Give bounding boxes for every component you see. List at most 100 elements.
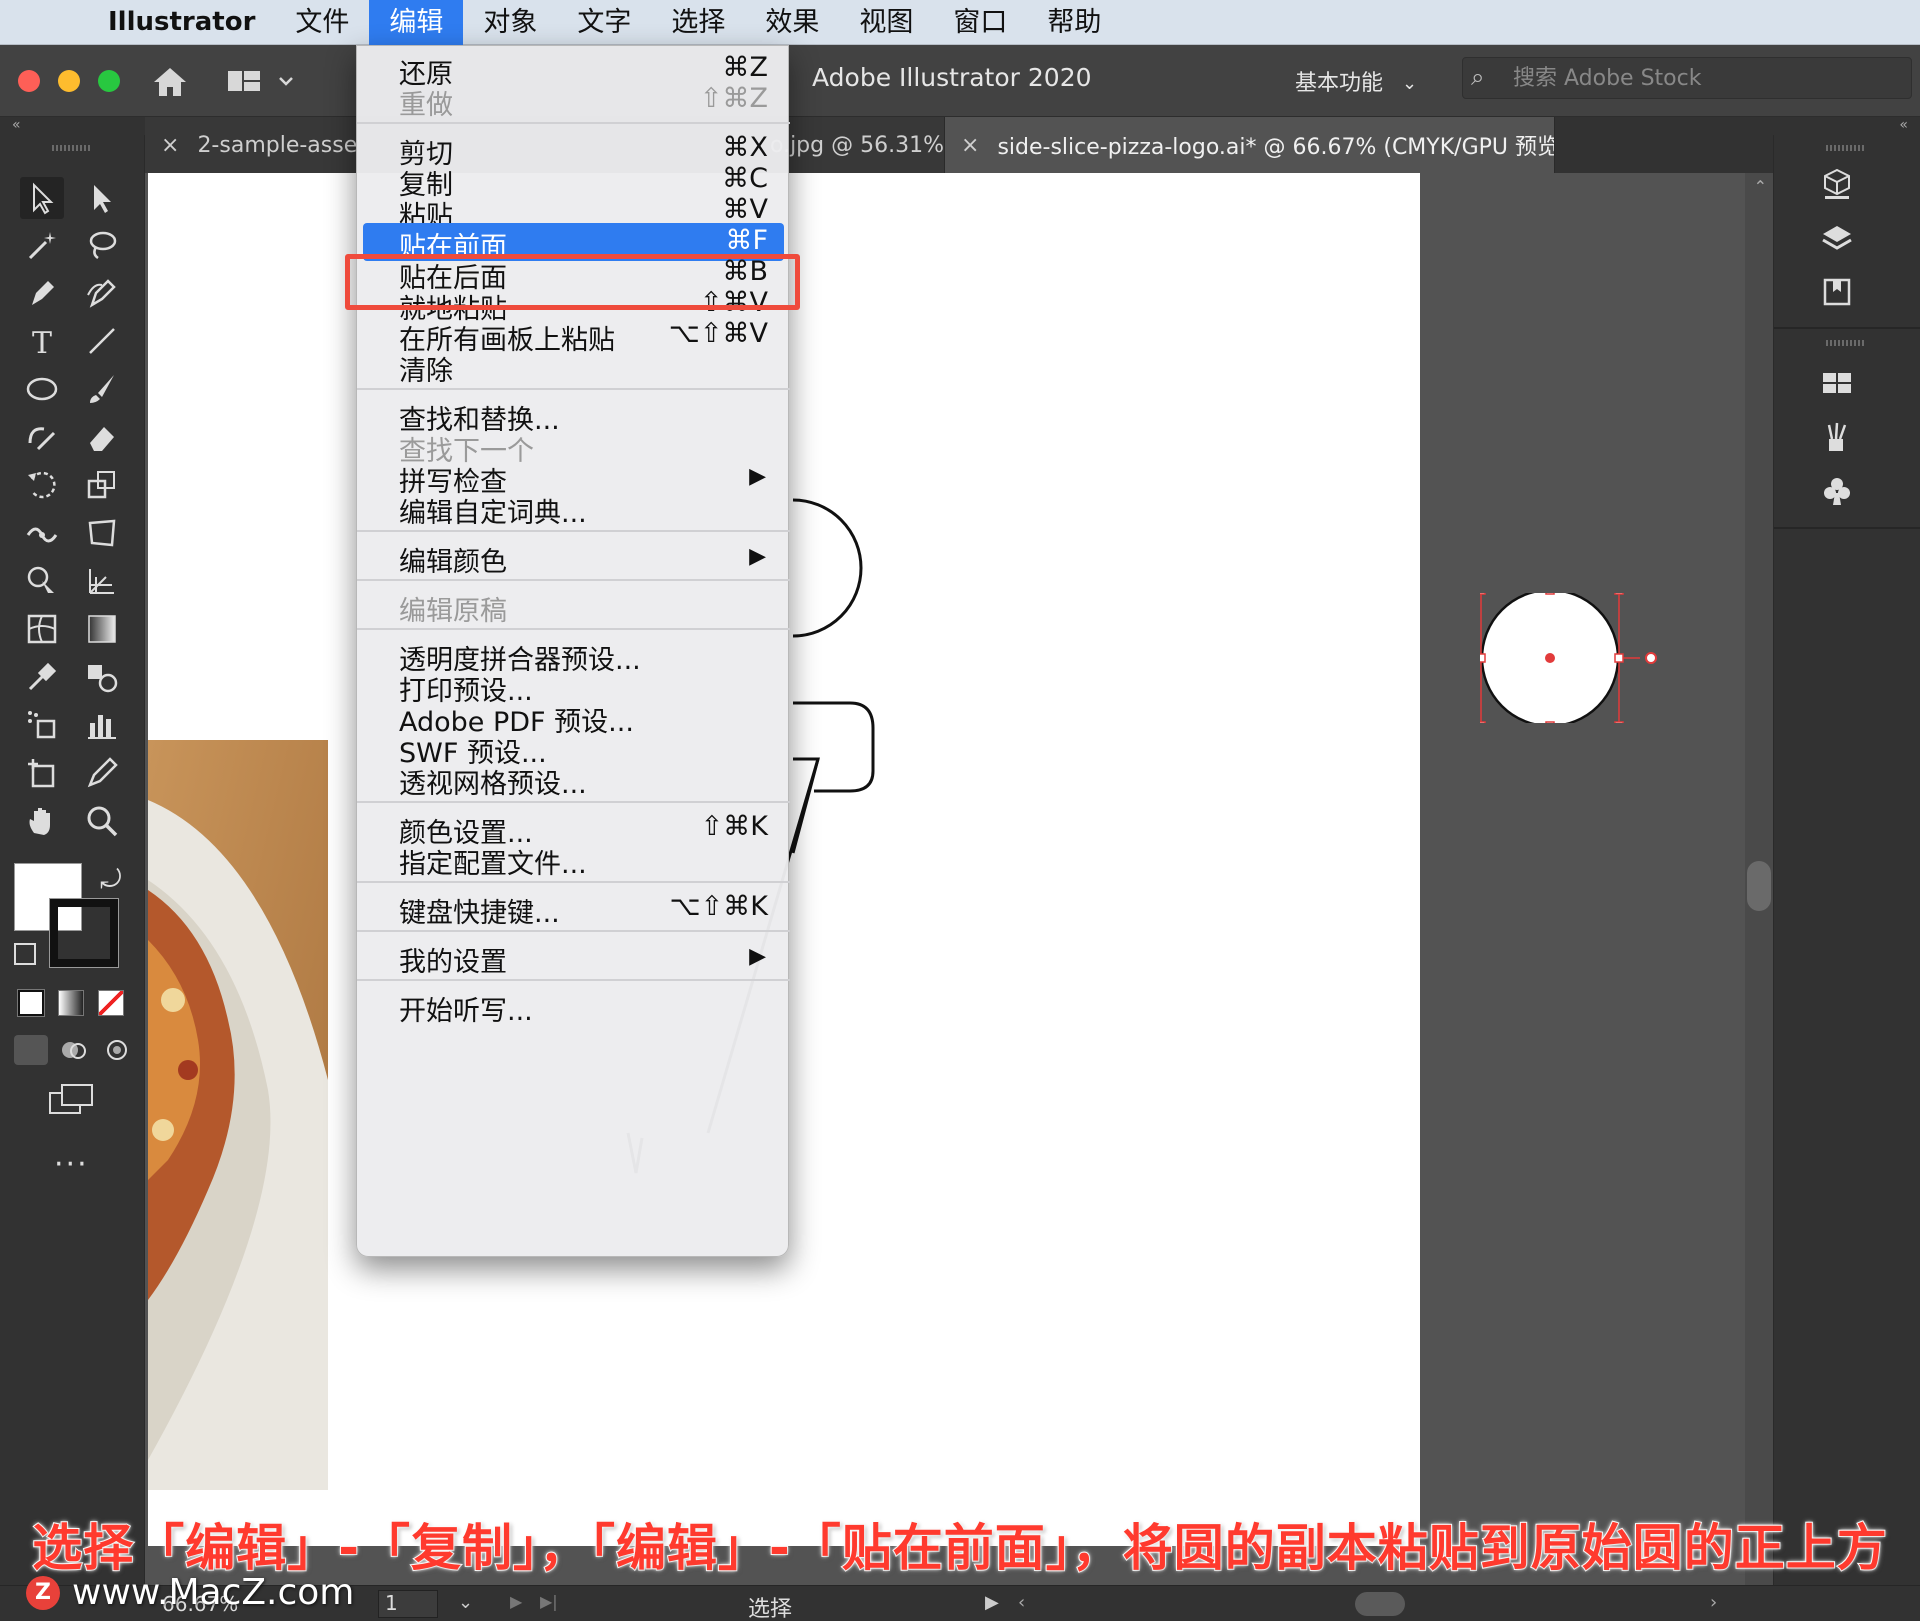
- menu-item-shortcut: ⌘C: [722, 163, 768, 194]
- stroke-swatch[interactable]: [49, 898, 119, 968]
- menu-separator: [357, 979, 790, 981]
- menu-item-label: 编辑原稿: [399, 596, 507, 627]
- properties-panel-icon[interactable]: [1812, 161, 1862, 207]
- menu-item[interactable]: 指定配置文件...: [357, 840, 790, 880]
- menu-select[interactable]: 选择: [651, 0, 745, 45]
- dock-grip[interactable]: [1826, 145, 1866, 151]
- workspace-switcher[interactable]: 基本功能: [1295, 65, 1383, 97]
- scroll-right-icon[interactable]: ›: [1710, 1592, 1717, 1613]
- menu-type[interactable]: 文字: [557, 0, 651, 45]
- line-segment-tool-icon[interactable]: [80, 320, 124, 362]
- selected-circle[interactable]: [1480, 593, 1640, 723]
- swatches-panel-icon[interactable]: [1812, 360, 1862, 406]
- none-mode-icon[interactable]: [98, 990, 124, 1016]
- chevron-down-icon[interactable]: ⌄: [1402, 73, 1417, 94]
- pen-tool-icon[interactable]: [20, 272, 64, 314]
- close-icon[interactable]: ×: [161, 133, 179, 158]
- screen-mode-icon[interactable]: [48, 1083, 94, 1121]
- width-tool-icon[interactable]: [20, 512, 64, 554]
- stock-search-field[interactable]: ⌕: [1462, 57, 1912, 99]
- svg-text:T: T: [32, 326, 52, 359]
- color-mode-fill-icon[interactable]: [17, 989, 45, 1017]
- menu-item[interactable]: 键盘快捷键... ⌥⇧⌘K: [357, 889, 790, 929]
- menu-item[interactable]: 我的设置 ▶: [357, 938, 790, 978]
- next-artboard-icon[interactable]: ▶: [510, 1592, 522, 1611]
- menu-item[interactable]: 编辑自定词典...: [357, 489, 790, 529]
- paintbrush-tool-icon[interactable]: [80, 368, 124, 410]
- window-zoom-button[interactable]: [98, 70, 120, 92]
- artboard-number-field[interactable]: 1: [378, 1590, 438, 1618]
- arrange-documents-icon[interactable]: [226, 65, 306, 99]
- perspective-grid-tool-icon[interactable]: [80, 560, 124, 602]
- dock-grip[interactable]: [1826, 340, 1866, 346]
- column-graph-tool-icon[interactable]: [80, 704, 124, 746]
- menu-item[interactable]: 编辑颜色 ▶: [357, 538, 790, 578]
- ellipse-tool-icon[interactable]: [20, 368, 64, 410]
- menu-item[interactable]: 清除: [357, 347, 790, 387]
- magic-wand-tool-icon[interactable]: [20, 225, 64, 267]
- toolbar-grip[interactable]: [52, 145, 92, 151]
- symbol-sprayer-tool-icon[interactable]: [20, 704, 64, 746]
- gradient-tool-icon[interactable]: [80, 608, 124, 650]
- window-minimize-button[interactable]: [58, 70, 80, 92]
- stock-search-input[interactable]: [1513, 62, 1893, 94]
- default-fill-stroke-icon[interactable]: [14, 943, 36, 965]
- layers-panel-icon[interactable]: [1812, 215, 1862, 261]
- scroll-up-icon[interactable]: ⌃: [1754, 177, 1767, 196]
- blend-tool-icon[interactable]: [80, 656, 124, 698]
- close-icon[interactable]: ×: [961, 133, 979, 158]
- curvature-tool-icon[interactable]: [80, 272, 124, 314]
- menu-item-shortcut: ⇧⌘Z: [699, 83, 768, 114]
- collapse-dock-icon[interactable]: «: [1899, 117, 1908, 133]
- last-artboard-icon[interactable]: ▶|: [540, 1592, 558, 1611]
- menu-edit[interactable]: 编辑: [369, 0, 464, 45]
- draw-inside-icon[interactable]: [100, 1035, 134, 1065]
- menu-window[interactable]: 窗口: [933, 0, 1027, 45]
- lasso-tool-icon[interactable]: [80, 225, 124, 267]
- scroll-left-icon[interactable]: ‹: [1018, 1592, 1025, 1613]
- slice-tool-icon[interactable]: [80, 752, 124, 794]
- free-transform-tool-icon[interactable]: [80, 512, 124, 554]
- scale-tool-icon[interactable]: [80, 464, 124, 506]
- selection-tool-icon[interactable]: [20, 177, 64, 219]
- menu-file[interactable]: 文件: [275, 0, 369, 45]
- menu-view[interactable]: 视图: [839, 0, 933, 45]
- vertical-scroll-thumb[interactable]: [1747, 861, 1771, 911]
- menu-item[interactable]: 透视网格预设...: [357, 760, 790, 800]
- eyedropper-tool-icon[interactable]: [20, 656, 64, 698]
- artboard-tool-icon[interactable]: [20, 752, 64, 794]
- chevron-down-icon[interactable]: ⌄: [458, 1592, 473, 1613]
- menu-help[interactable]: 帮助: [1027, 0, 1121, 45]
- edit-toolbar-icon[interactable]: ···: [54, 1147, 89, 1182]
- shaper-tool-icon[interactable]: [20, 416, 64, 458]
- eraser-tool-icon[interactable]: [80, 416, 124, 458]
- circle-widget-handle[interactable]: [1645, 652, 1657, 664]
- status-menu-arrow-icon[interactable]: ▶: [985, 1592, 999, 1613]
- type-tool-icon[interactable]: T: [20, 320, 64, 362]
- menu-effect[interactable]: 效果: [745, 0, 839, 45]
- gradient-mode-icon[interactable]: [58, 990, 84, 1016]
- hand-tool-icon[interactable]: [20, 800, 64, 842]
- menu-item[interactable]: 开始听写...: [357, 987, 790, 1027]
- direct-selection-tool-icon[interactable]: [80, 177, 124, 219]
- mesh-tool-icon[interactable]: [20, 608, 64, 650]
- app-menu-illustrator[interactable]: Illustrator: [80, 7, 275, 37]
- brushes-panel-icon[interactable]: [1812, 414, 1862, 460]
- draw-behind-icon[interactable]: [58, 1035, 92, 1065]
- rotate-tool-icon[interactable]: [20, 464, 64, 506]
- libraries-panel-icon[interactable]: [1812, 269, 1862, 315]
- shape-builder-tool-icon[interactable]: [20, 560, 64, 602]
- zoom-tool-icon[interactable]: [80, 800, 124, 842]
- current-tool-status[interactable]: 选择: [748, 1591, 792, 1621]
- tab-document-3[interactable]: × side-slice-pizza-logo.ai* @ 66.67% (CM…: [945, 117, 1555, 173]
- tab-document-1[interactable]: × 2-sample-assets: [145, 117, 360, 173]
- horizontal-scroll-thumb[interactable]: [1355, 1592, 1405, 1616]
- window-close-button[interactable]: [18, 70, 40, 92]
- swap-fill-stroke-icon[interactable]: ⤾: [100, 865, 122, 896]
- home-icon[interactable]: [150, 62, 190, 102]
- menu-object[interactable]: 对象: [463, 0, 557, 45]
- draw-normal-icon[interactable]: [14, 1035, 48, 1065]
- symbols-panel-icon[interactable]: [1812, 468, 1862, 514]
- vertical-scrollbar[interactable]: ⌃: [1745, 173, 1773, 1586]
- collapse-toolbar-icon[interactable]: «: [12, 117, 21, 133]
